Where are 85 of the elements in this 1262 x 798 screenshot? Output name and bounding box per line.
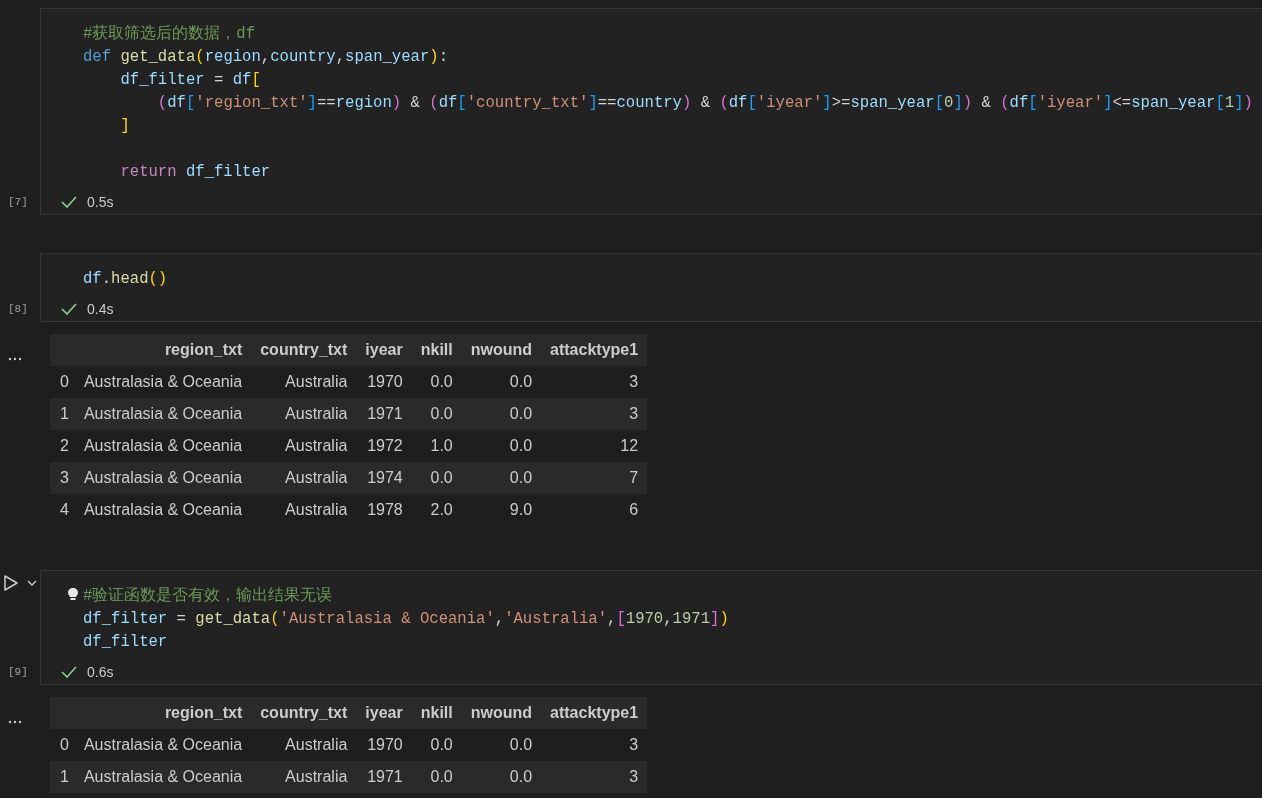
column-header: nkill [411,334,462,366]
table-cell: 0.0 [411,398,462,430]
row-index: 0 [50,366,75,398]
table-cell: Australasia & Oceania [74,366,252,398]
code-line: #获取筛选后的数据，df [83,23,256,45]
column-header: country_txt [251,697,357,729]
table-cell: Australia [251,430,357,462]
table-cell: 1971 [356,761,412,793]
more-icon[interactable] [8,357,22,361]
table-cell: 0.0 [461,761,542,793]
chevron-down-icon[interactable] [27,579,37,587]
column-header: iyear [356,697,412,729]
row-index: 1 [50,761,75,793]
column-header: nwound [461,334,542,366]
table-cell: Australasia & Oceania [74,761,252,793]
table-cell: 0.0 [461,729,542,761]
table-cell: Australia [251,494,357,526]
table-cell: 6 [541,494,648,526]
execution-count: [8] [7,302,28,317]
code-cell[interactable]: #验证函数是否有效，输出结果无误 df_filter = get_data('Australasia & Oceania','Australia',[1970,1971]) df_filter 0.6s [40,570,1262,685]
table-cell: 0.0 [461,398,542,430]
table-cell: 1970 [356,729,412,761]
code-line: return df_filter [119,162,271,183]
column-header: iyear [356,334,412,366]
execution-count: [7] [7,195,28,210]
table-cell: Australia [251,366,357,398]
row-index: 1 [50,398,75,430]
table-cell: 9.0 [461,494,542,526]
table-cell: 3 [541,729,648,761]
code-cell[interactable]: df.head() 0.4s [40,253,1262,322]
column-header: country_txt [251,334,357,366]
table-cell: 3 [541,761,648,793]
row-index: 2 [50,430,75,462]
execution-time: 0.5s [87,194,114,210]
table-cell: Australia [251,729,357,761]
table-cell: 3 [541,398,648,430]
table-cell: 3 [541,366,648,398]
row-index: 0 [50,729,75,761]
table-cell: 1.0 [411,430,462,462]
table-cell: Australasia & Oceania [74,494,252,526]
table-cell: 1974 [356,462,412,494]
column-header: attacktype1 [541,334,648,366]
column-header: region_txt [74,334,252,366]
row-index: 4 [50,494,75,526]
code-line: df_filter [83,632,168,653]
table-cell: Australia [251,462,357,494]
more-icon[interactable] [8,720,22,724]
table-cell: 0.0 [461,462,542,494]
table-cell: 7 [541,462,648,494]
table-cell: 12 [541,430,648,462]
lightbulb-icon[interactable] [67,587,79,603]
table-cell: Australasia & Oceania [74,398,252,430]
table-cell: Australia [251,398,357,430]
code-line: df.head() [83,269,168,290]
table-cell: Australia [251,761,357,793]
code-line: #验证函数是否有效，输出结果无误 [83,586,333,607]
table-cell: 0.0 [461,430,542,462]
table-cell: 1972 [356,430,412,462]
table-cell: 1971 [356,398,412,430]
code-line: def get_data(region,country,span_year): [83,47,448,68]
table-cell: 0.0 [411,366,462,398]
column-header: nwound [461,697,542,729]
code-cell[interactable] [40,8,1262,215]
execution-time: 0.6s [87,664,114,680]
table-cell: 2.0 [411,494,462,526]
code-line: df_filter = df[ [119,70,261,91]
column-header: nkill [411,697,462,729]
code-line: ] [119,116,130,137]
table-cell: 0.0 [411,462,462,494]
execution-count: [9] [7,665,28,680]
table-cell: 0.0 [411,761,462,793]
column-header: attacktype1 [541,697,648,729]
table-cell: 1978 [356,494,412,526]
execution-time: 0.4s [87,301,114,317]
table-cell: 0.0 [461,366,542,398]
table-cell: 0.0 [411,729,462,761]
table-cell: Australasia & Oceania [74,729,252,761]
table-cell: Australasia & Oceania [74,462,252,494]
column-header: region_txt [74,697,252,729]
row-index: 3 [50,462,75,494]
table-cell: 1970 [356,366,412,398]
code-line: df_filter = get_data('Australasia & Oceania','Australia',[1970,1971]) [83,609,729,630]
run-icon[interactable] [3,574,19,592]
table-cell: Australasia & Oceania [74,430,252,462]
code-line: (df['region_txt']==region) & (df['country_txt']==country) & (df['iyear']>=span_year[0]) & (df['iyear']<=span_year[1]) [156,93,1253,114]
